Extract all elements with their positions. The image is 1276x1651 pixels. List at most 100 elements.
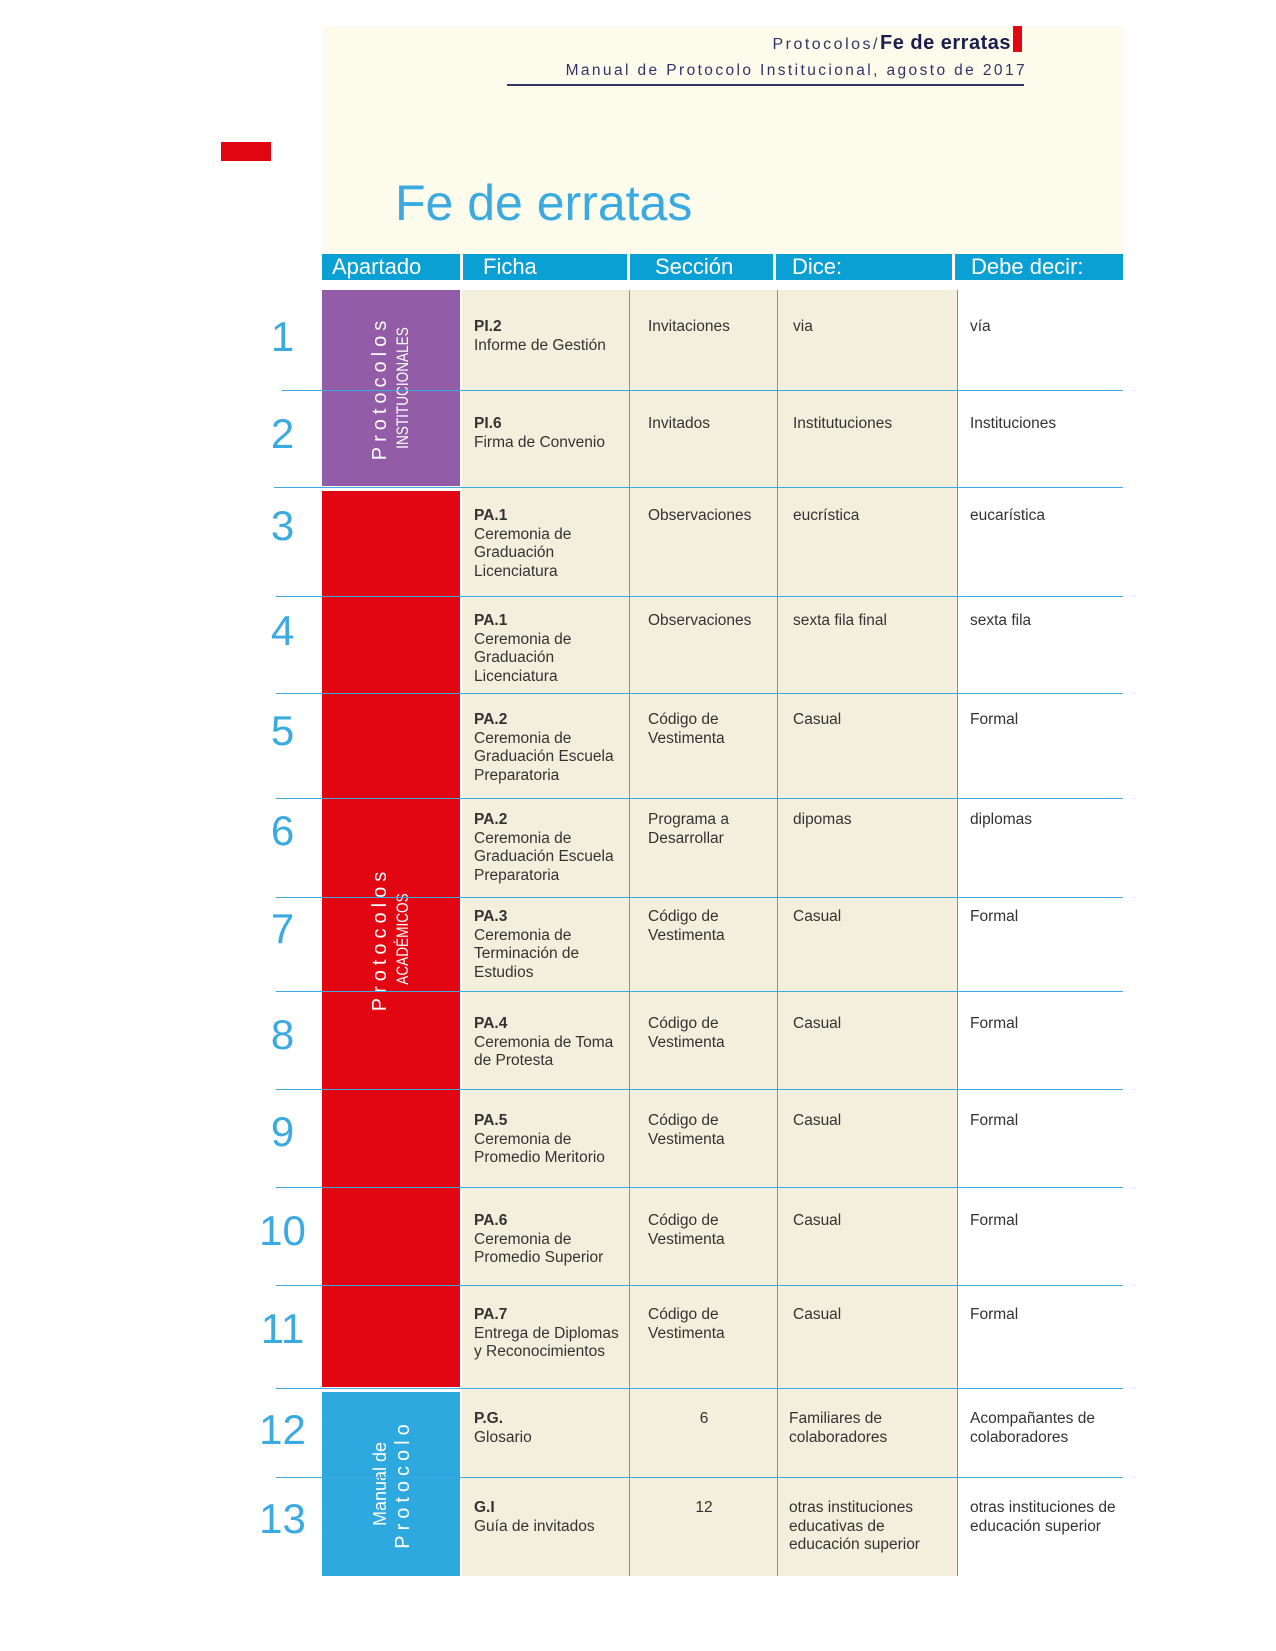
running-header-section: Protocolos/ bbox=[772, 36, 880, 53]
ficha-name: Guía de invitados bbox=[474, 1517, 595, 1535]
ficha-code: PI.6 bbox=[474, 415, 502, 432]
ficha-name: Glosario bbox=[474, 1428, 532, 1446]
ficha-code: PA.1 bbox=[474, 507, 508, 524]
row-divider bbox=[462, 897, 1123, 898]
cell-ficha: PA.3 Ceremonia de Terminación de Estudios bbox=[474, 908, 624, 982]
cell-ficha: G.I Guía de invitados bbox=[474, 1499, 624, 1536]
cell-debe-decir: Formal bbox=[970, 1306, 1019, 1323]
cell-seccion: 12 bbox=[695, 1499, 713, 1516]
cell-dice: Casual bbox=[793, 1306, 842, 1323]
column-separator bbox=[629, 290, 630, 1576]
cell-seccion: Invitados bbox=[648, 415, 711, 432]
row-number: 2 bbox=[270, 410, 295, 457]
cell-dice: sexta fila final bbox=[793, 612, 887, 629]
group-label-bottom: Protocolo bbox=[392, 1419, 414, 1549]
cell-debe-decir: Formal bbox=[970, 1212, 1019, 1229]
cell-dice: Institutuciones bbox=[793, 415, 893, 432]
cell-seccion: Programa a Desarrollar bbox=[648, 811, 729, 847]
cell-debe-decir: Formal bbox=[970, 1112, 1019, 1129]
cell-seccion: Código de Vestimenta bbox=[648, 1015, 725, 1051]
row-divider bbox=[276, 991, 462, 992]
row-number: 10 bbox=[259, 1207, 306, 1254]
row-number: 3 bbox=[270, 502, 295, 549]
cell-dice: eucrística bbox=[793, 507, 860, 524]
cell-dice: Casual bbox=[793, 908, 842, 925]
row-divider bbox=[276, 1089, 462, 1090]
cell-seccion: Código de Vestimenta bbox=[648, 1306, 725, 1342]
cell-dice: Familiares de colaboradores bbox=[789, 1410, 888, 1446]
row-divider bbox=[282, 390, 462, 391]
ficha-code: PI.2 bbox=[474, 318, 502, 335]
cell-ficha: PA.2 Ceremonia de Graduación Escuela Prep… bbox=[474, 711, 624, 785]
ficha-name: Ceremonia de Promedio Superior bbox=[474, 1230, 604, 1267]
row-divider bbox=[276, 1187, 462, 1188]
group-label-bottom: ACADÉMICOS bbox=[393, 893, 412, 985]
cell-seccion: Código de Vestimenta bbox=[648, 1112, 725, 1148]
cell-seccion: Invitaciones bbox=[648, 318, 730, 335]
ficha-code: PA.1 bbox=[474, 612, 508, 629]
cell-debe-decir: vía bbox=[970, 318, 991, 335]
cell-dice: via bbox=[793, 318, 813, 335]
cell-seccion: Observaciones bbox=[648, 612, 752, 629]
ficha-name: Ceremonia de Graduación Escuela Preparat… bbox=[474, 829, 614, 884]
cell-ficha: PA.1 Ceremonia de Graduación Licenciatura bbox=[474, 507, 624, 581]
ficha-code: PA.2 bbox=[474, 811, 508, 828]
row-number: 8 bbox=[270, 1011, 295, 1058]
ficha-code: PA.4 bbox=[474, 1015, 508, 1032]
ficha-code: G.I bbox=[474, 1499, 495, 1516]
column-header-ficha: Ficha bbox=[463, 254, 627, 280]
ficha-name: Ceremonia de Terminación de Estudios bbox=[474, 926, 580, 981]
row-divider bbox=[462, 596, 1123, 597]
group-label-bottom: INSTITUCIONALES bbox=[393, 327, 412, 449]
running-header-doc: Fe de erratas bbox=[879, 32, 1011, 54]
ficha-code: PA.3 bbox=[474, 908, 508, 925]
column-header-apartado: Apartado bbox=[322, 254, 460, 280]
row-divider bbox=[462, 1477, 1123, 1478]
page-title: Fe de erratas bbox=[395, 175, 693, 231]
row-divider bbox=[276, 1285, 462, 1286]
cell-debe-decir: Formal bbox=[970, 1015, 1019, 1032]
group-label-top: Protocolos bbox=[369, 866, 391, 1012]
row-divider bbox=[462, 1187, 1123, 1188]
row-number: 12 bbox=[259, 1406, 306, 1453]
row-divider bbox=[462, 1089, 1123, 1090]
ficha-name: Firma de Convenio bbox=[474, 433, 605, 451]
column-header-dice: Dice: bbox=[776, 254, 952, 280]
row-divider bbox=[276, 693, 462, 694]
cell-seccion: Observaciones bbox=[648, 507, 752, 524]
group-protocolos-institucionales: Protocolos INSTITUCIONALES bbox=[322, 290, 460, 486]
ficha-code: PA.5 bbox=[474, 1112, 508, 1129]
cell-ficha: PI.6 Firma de Convenio bbox=[474, 415, 624, 452]
ficha-name: Ceremonia de Promedio Meritorio bbox=[474, 1130, 605, 1167]
row-number: 13 bbox=[259, 1495, 306, 1542]
cell-ficha: PA.7 Entrega de Diplomas y Reconocimiento… bbox=[474, 1306, 624, 1362]
cell-debe-decir: otras instituciones de educación superio… bbox=[970, 1499, 1116, 1535]
row-divider bbox=[276, 798, 462, 799]
cell-ficha: PA.1 Ceremonia de Graduación Licenciatura bbox=[474, 612, 624, 686]
ficha-name: Ceremonia de Graduación Licenciatura bbox=[474, 525, 572, 580]
cell-seccion: Código de Vestimenta bbox=[648, 711, 725, 747]
cell-dice: dipomas bbox=[793, 811, 852, 828]
row-divider bbox=[462, 390, 1123, 391]
cell-dice: Casual bbox=[793, 1212, 842, 1229]
row-divider bbox=[462, 991, 1123, 992]
row-divider bbox=[274, 487, 1123, 488]
row-number: 4 bbox=[270, 607, 295, 654]
running-header: Protocolos/Fe de erratas bbox=[772, 32, 1011, 55]
cell-seccion: Código de Vestimenta bbox=[648, 908, 725, 944]
running-subheader: Manual de Protocolo Institucional, agost… bbox=[565, 62, 1027, 79]
column-header-seccion: Sección bbox=[630, 254, 773, 280]
cell-debe-decir: Formal bbox=[970, 711, 1019, 728]
group-label-top: Protocolos bbox=[369, 315, 391, 461]
red-marker-left bbox=[221, 142, 271, 161]
row-number: 9 bbox=[270, 1108, 295, 1155]
column-separator bbox=[957, 290, 958, 1576]
cell-ficha: PA.5 Ceremonia de Promedio Meritorio bbox=[474, 1112, 624, 1168]
column-header-debe-decir: Debe decir: bbox=[955, 254, 1123, 280]
red-marker-top bbox=[1013, 26, 1022, 52]
row-number: 6 bbox=[270, 807, 295, 854]
cell-debe-decir: sexta fila bbox=[970, 612, 1032, 629]
cell-debe-decir: Instituciones bbox=[970, 415, 1057, 432]
row-divider bbox=[276, 1477, 462, 1478]
cell-ficha: PA.4 Ceremonia de Toma de Protesta bbox=[474, 1015, 624, 1071]
